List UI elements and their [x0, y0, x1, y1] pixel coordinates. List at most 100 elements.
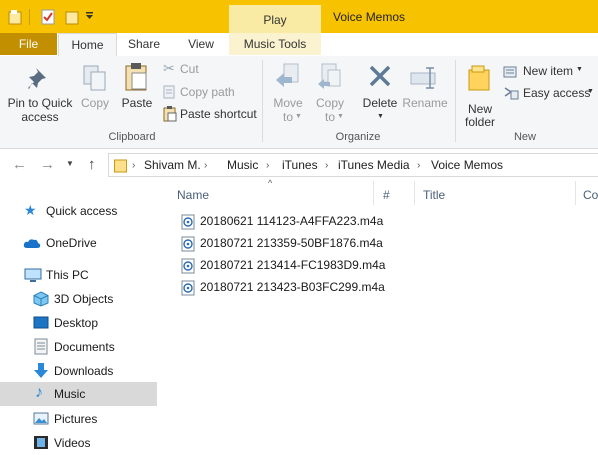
nav-this-pc-label: This PC	[46, 268, 89, 282]
film-strip-icon	[34, 436, 48, 449]
copy-icon	[83, 65, 106, 91]
up-arrow-icon[interactable]: ↑	[88, 156, 96, 173]
breadcrumb-itunes[interactable]: iTunes	[282, 158, 318, 172]
paste-label: Paste	[121, 96, 153, 110]
audio-file-icon	[181, 236, 195, 252]
easy-access-icon	[504, 87, 519, 100]
copy-to-button[interactable]: Copy to ▼	[310, 60, 350, 126]
file-row[interactable]: 20180721 213414-FC1983D9.m4a	[177, 255, 385, 276]
copy-to-label-1: Copy	[315, 96, 344, 110]
nav-pictures[interactable]: Pictures	[0, 407, 157, 431]
chevron-right-icon[interactable]: ›	[325, 160, 328, 171]
new-item-icon	[503, 66, 517, 78]
nav-3d-objects[interactable]: 3D Objects	[0, 287, 157, 311]
dropdown-arrow-icon: ▼	[377, 113, 384, 120]
move-to-icon	[276, 63, 299, 87]
column-header-title[interactable]: Title	[423, 188, 445, 202]
tab-view[interactable]: View	[176, 33, 226, 55]
file-row[interactable]: 20180721 213359-50BF1876.m4a	[177, 233, 383, 254]
nav-this-pc[interactable]: This PC	[0, 263, 157, 287]
nav-desktop[interactable]: Desktop	[0, 311, 157, 335]
tab-file[interactable]: File	[0, 33, 57, 55]
tab-music-tools[interactable]: Music Tools	[229, 33, 321, 55]
paste-shortcut-button[interactable]: Paste shortcut	[160, 105, 258, 123]
breadcrumb-itunes-media[interactable]: iTunes Media	[338, 158, 410, 172]
contextual-tab-header: Play	[229, 5, 321, 34]
paste-shortcut-icon	[163, 106, 177, 122]
tab-share[interactable]: Share	[120, 33, 168, 55]
column-header-number[interactable]: #	[383, 188, 390, 202]
nav-music[interactable]: ♪ Music	[0, 382, 157, 406]
nav-onedrive[interactable]: OneDrive	[0, 231, 157, 255]
dropdown-arrow-icon: ▼	[295, 113, 302, 120]
copy-button[interactable]: Copy	[78, 60, 112, 126]
column-divider[interactable]	[575, 181, 576, 205]
delete-button[interactable]: Delete ▼	[359, 60, 401, 126]
cube-icon	[33, 291, 49, 307]
organize-group-label: Organize	[335, 131, 381, 143]
chevron-right-icon[interactable]: ›	[204, 160, 207, 171]
new-folder-button[interactable]: New folder	[460, 60, 500, 129]
rename-button[interactable]: Rename	[402, 60, 448, 126]
file-name: 20180721 213359-50BF1876.m4a	[200, 236, 383, 250]
play-tab-label: Play	[263, 13, 287, 27]
column-divider[interactable]	[373, 181, 374, 205]
customize-toolbar-icon[interactable]	[85, 12, 94, 20]
nav-videos-label: Videos	[54, 436, 91, 450]
easy-access-label: Easy access	[523, 86, 591, 100]
chevron-right-icon[interactable]: ›	[266, 160, 269, 171]
title-bar: Play Voice Memos	[0, 0, 598, 34]
nav-onedrive-label: OneDrive	[46, 236, 97, 250]
folder-properties-icon[interactable]	[8, 9, 22, 25]
divider	[29, 9, 30, 25]
column-header-contributing[interactable]: Co	[583, 188, 598, 202]
file-name: 20180621 114123-A4FFA223.m4a	[200, 214, 384, 228]
column-divider[interactable]	[414, 181, 415, 205]
new-folder-quick-icon[interactable]	[65, 9, 79, 25]
file-name: 20180721 213423-B03FC299.m4a	[200, 280, 385, 294]
audio-file-icon	[181, 214, 195, 230]
window-title: Voice Memos	[333, 10, 406, 24]
back-arrow-icon[interactable]: ←	[12, 156, 27, 173]
chevron-right-icon[interactable]: ›	[417, 160, 420, 171]
nav-videos[interactable]: Videos	[0, 431, 157, 455]
dropdown-arrow-icon: ▼	[587, 88, 594, 95]
new-item-button[interactable]: New item ▼	[503, 62, 595, 80]
pin-icon	[28, 68, 46, 89]
cloud-icon	[23, 239, 41, 248]
nav-downloads[interactable]: Downloads	[0, 359, 157, 383]
nav-desktop-label: Desktop	[54, 316, 99, 330]
breadcrumb-music[interactable]: Music	[227, 158, 258, 172]
file-row[interactable]: 20180621 114123-A4FFA223.m4a	[177, 211, 383, 232]
recent-locations-icon[interactable]: ▼	[66, 159, 74, 168]
column-header-name[interactable]: Name	[177, 188, 209, 202]
breadcrumb-shivam[interactable]: Shivam M.	[144, 158, 201, 172]
easy-access-button[interactable]: Easy access ▼	[503, 84, 595, 102]
chevron-right-icon[interactable]: ›	[132, 160, 135, 171]
nav-pictures-label: Pictures	[54, 412, 98, 426]
forward-arrow-icon[interactable]: →	[40, 156, 55, 173]
nav-documents[interactable]: Documents	[0, 335, 157, 359]
cut-label: Cut	[180, 62, 199, 76]
address-bar[interactable]: › Shivam M. › Music › iTunes › iTunes Me…	[108, 153, 598, 177]
file-row[interactable]: 20180721 213423-B03FC299.m4a	[177, 277, 385, 298]
pin-label-1: Pin to Quick	[7, 96, 73, 110]
move-to-label-2: to	[282, 110, 293, 124]
music-note-icon: ♪	[35, 384, 43, 401]
properties-check-icon[interactable]	[41, 9, 56, 25]
breadcrumb-voice-memos[interactable]: Voice Memos	[431, 158, 503, 172]
copy-path-button[interactable]: Copy path	[160, 83, 258, 101]
move-to-button[interactable]: Move to ▼	[268, 60, 308, 126]
document-icon	[34, 338, 48, 355]
pin-to-quick-access-button[interactable]: Pin to Quick access	[2, 60, 76, 126]
cut-button[interactable]: ✂ Cut	[160, 60, 258, 78]
ribbon: Pin to Quick access Copy Paste ✂ Cut Cop…	[0, 56, 598, 149]
audio-file-icon	[181, 258, 195, 274]
scissors-icon: ✂	[163, 60, 175, 76]
paste-button[interactable]: Paste	[118, 60, 156, 126]
paste-shortcut-label: Paste shortcut	[180, 107, 257, 121]
nav-quick-access[interactable]: ★ Quick access	[0, 199, 157, 223]
nav-documents-label: Documents	[54, 340, 115, 354]
new-group-label: New	[513, 131, 536, 143]
tab-home[interactable]: Home	[58, 33, 117, 57]
